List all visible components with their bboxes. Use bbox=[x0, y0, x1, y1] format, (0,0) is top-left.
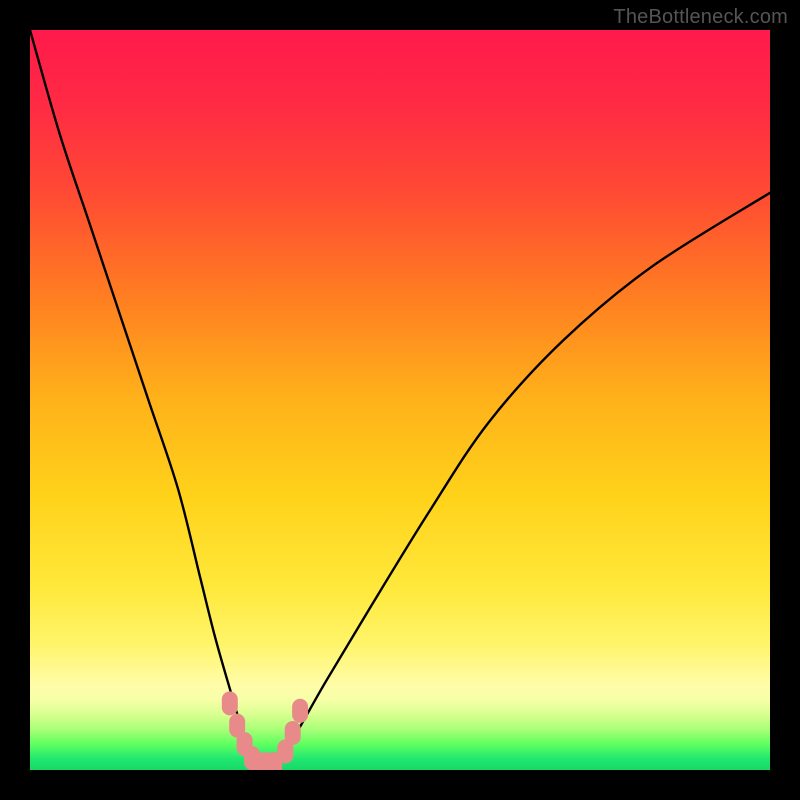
plot-area bbox=[30, 30, 770, 770]
watermark-text: TheBottleneck.com bbox=[613, 6, 788, 29]
background-gradient bbox=[30, 30, 770, 770]
outer-frame: TheBottleneck.com bbox=[0, 0, 800, 800]
